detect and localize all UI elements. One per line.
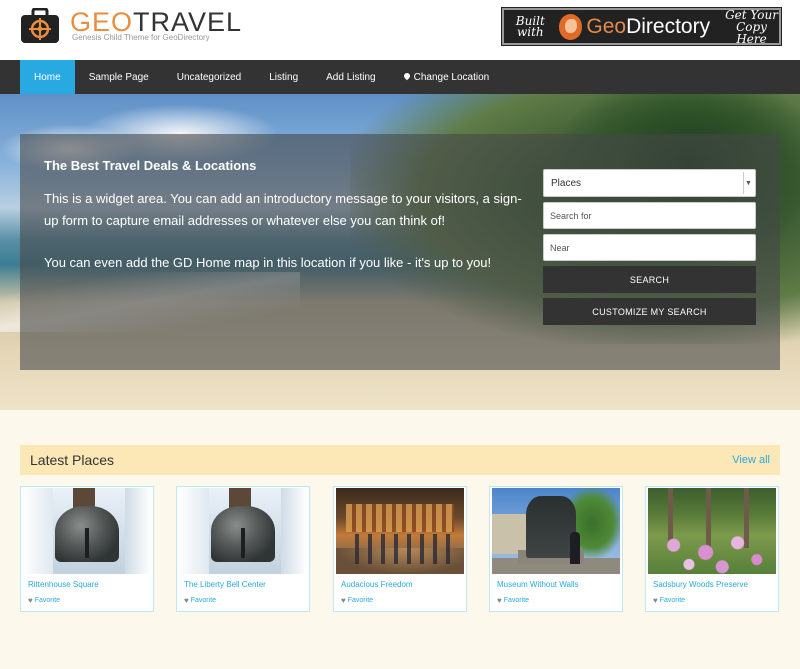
post-type-select[interactable]: Places ▼ xyxy=(543,169,756,197)
nav-item-change-location[interactable]: Change Location xyxy=(390,60,504,94)
place-image[interactable] xyxy=(492,488,620,574)
customize-search-button[interactable]: CUSTOMIZE MY SEARCH xyxy=(543,298,756,325)
site-logo-title[interactable]: GEOTRAVEL xyxy=(70,8,242,36)
window-light xyxy=(281,488,307,574)
map-marker-icon xyxy=(402,71,411,81)
banner-brand-geo: Geo xyxy=(586,14,627,38)
place-card[interactable]: Rittenhouse Square ♥ Favorite xyxy=(20,486,154,612)
latest-places-section: Latest Places View all Rittenhouse Squar… xyxy=(0,410,800,669)
view-all-link[interactable]: View all xyxy=(732,454,770,466)
search-for-input[interactable]: Search for xyxy=(543,202,756,229)
nav-item-home[interactable]: Home xyxy=(20,60,75,94)
site-tagline: Genesis Child Theme for GeoDirectory xyxy=(72,33,210,42)
nav-item-listing[interactable]: Listing xyxy=(255,60,312,94)
near-input[interactable]: Near xyxy=(543,234,756,261)
site-header: GEOTRAVEL Genesis Child Theme for GeoDir… xyxy=(0,0,800,60)
favorite-button[interactable]: ♥ Favorite xyxy=(497,596,529,605)
latest-places-title: Latest Places xyxy=(30,452,115,468)
place-title-link[interactable]: The Liberty Bell Center xyxy=(184,580,266,589)
place-card[interactable]: Museum Without Walls ♥ Favorite xyxy=(489,486,623,612)
hero-intro-text: This is a widget area. You can add an in… xyxy=(44,191,522,228)
hero-section: The Best Travel Deals & Locations This i… xyxy=(0,94,800,410)
places-grid: Rittenhouse Square ♥ Favorite The Liberty… xyxy=(20,486,780,612)
statue xyxy=(526,496,576,558)
favorite-button[interactable]: ♥ Favorite xyxy=(653,596,685,605)
place-title-link[interactable]: Sadsbury Woods Preserve xyxy=(653,580,748,589)
banner-brand: GeoDirectory xyxy=(586,15,710,39)
flowers xyxy=(648,526,776,574)
place-image[interactable] xyxy=(648,488,776,574)
heart-icon: ♥ xyxy=(341,596,346,605)
bell-crack xyxy=(241,528,245,558)
place-title-link[interactable]: Museum Without Walls xyxy=(497,580,579,589)
latest-places-header: Latest Places View all xyxy=(20,445,780,475)
place-image[interactable] xyxy=(336,488,464,574)
banner-brand-directory: Directory xyxy=(626,14,711,38)
favorite-label: Favorite xyxy=(34,597,61,604)
hero-map-text: You can even add the GD Home map in this… xyxy=(44,255,492,270)
favorite-button[interactable]: ♥ Favorite xyxy=(341,596,373,605)
search-form: Places ▼ Search for Near SEARCH CUSTOMIZ… xyxy=(543,169,756,330)
place-card[interactable]: Sadsbury Woods Preserve ♥ Favorite xyxy=(645,486,779,612)
change-location-label: Change Location xyxy=(413,71,490,83)
place-image[interactable] xyxy=(23,488,151,574)
place-card[interactable]: Audacious Freedom ♥ Favorite xyxy=(333,486,467,612)
window-light xyxy=(179,488,209,574)
hero-widget-panel: The Best Travel Deals & Locations This i… xyxy=(20,134,780,370)
favorite-label: Favorite xyxy=(347,597,374,604)
heart-icon: ♥ xyxy=(184,596,189,605)
place-card[interactable]: The Liberty Bell Center ♥ Favorite xyxy=(176,486,310,612)
hero-title: The Best Travel Deals & Locations xyxy=(44,158,257,173)
place-title-link[interactable]: Rittenhouse Square xyxy=(28,580,99,589)
bell-beam xyxy=(229,488,251,508)
visitors xyxy=(346,534,454,564)
chevron-down-icon: ▼ xyxy=(743,172,753,194)
post-type-selected: Places xyxy=(551,177,582,189)
person xyxy=(570,532,580,564)
heart-icon: ♥ xyxy=(497,596,502,605)
heart-icon: ♥ xyxy=(28,596,33,605)
place-image[interactable] xyxy=(179,488,307,574)
place-title-link[interactable]: Audacious Freedom xyxy=(341,580,413,589)
nav-item-uncategorized[interactable]: Uncategorized xyxy=(163,60,255,94)
exhibit-wall xyxy=(346,504,454,532)
favorite-label: Favorite xyxy=(503,597,530,604)
globe-icon xyxy=(558,13,583,40)
geodirectory-banner[interactable]: Built with GeoDirectory Get Your Copy He… xyxy=(501,7,782,46)
bell-crack xyxy=(85,528,89,558)
search-button[interactable]: SEARCH xyxy=(543,266,756,293)
favorite-button[interactable]: ♥ Favorite xyxy=(184,596,216,605)
suitcase-target-icon[interactable] xyxy=(20,8,60,44)
bell-beam xyxy=(73,488,95,508)
banner-get-copy: Get Your Copy Here xyxy=(725,7,778,46)
window-light xyxy=(125,488,151,574)
nav-item-add-listing[interactable]: Add Listing xyxy=(312,60,389,94)
heart-icon: ♥ xyxy=(653,596,658,605)
favorite-label: Favorite xyxy=(190,597,217,604)
main-nav: Home Sample Page Uncategorized Listing A… xyxy=(0,60,800,94)
nav-item-sample-page[interactable]: Sample Page xyxy=(75,60,163,94)
window-light xyxy=(23,488,53,574)
favorite-button[interactable]: ♥ Favorite xyxy=(28,596,60,605)
favorite-label: Favorite xyxy=(659,597,686,604)
banner-built-with: Built with xyxy=(515,13,545,39)
